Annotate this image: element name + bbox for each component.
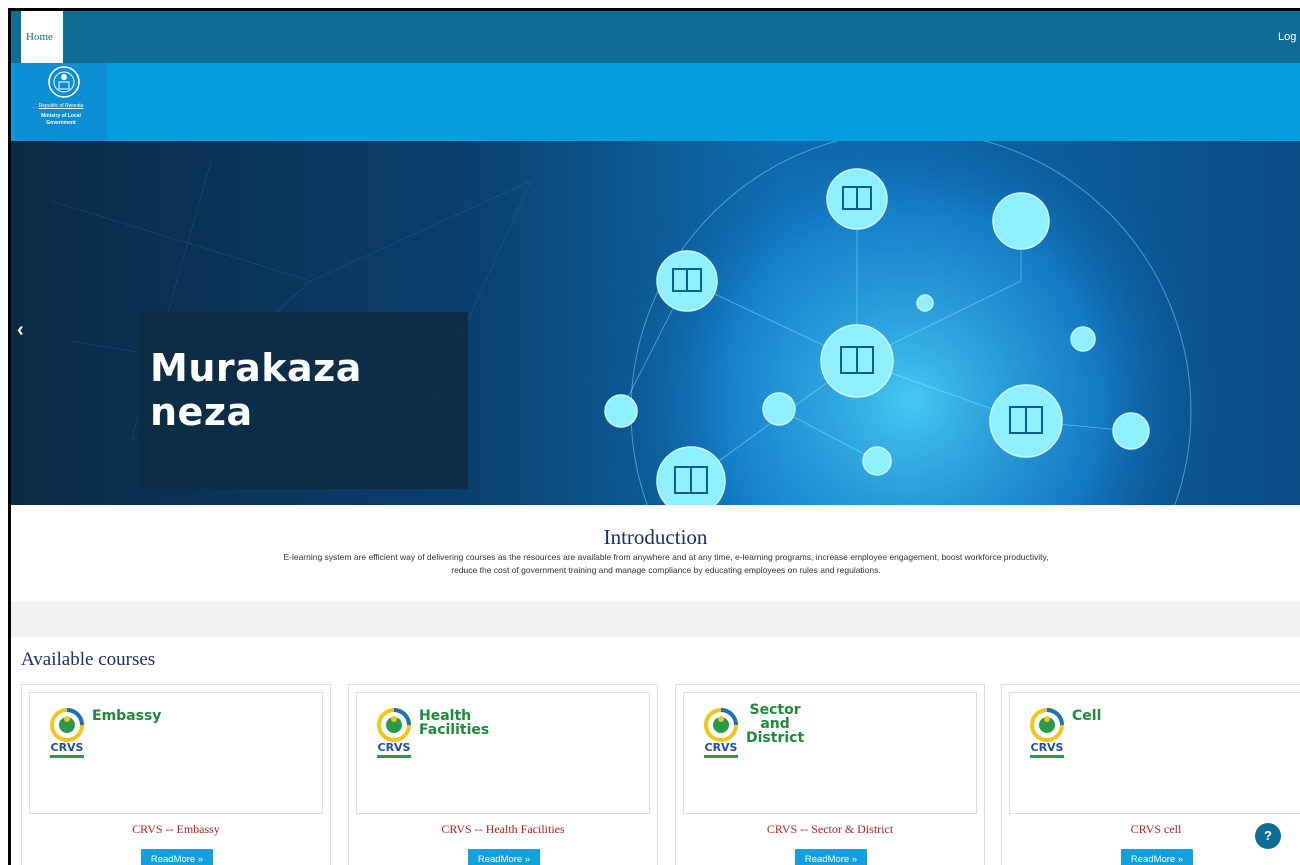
course-name[interactable]: CRVS -- Sector & District bbox=[676, 822, 984, 837]
course-image[interactable]: CRVS Health Facilities bbox=[356, 692, 650, 814]
course-name[interactable]: CRVS -- Embassy bbox=[22, 822, 330, 837]
crvs-logo-icon: CRVS bbox=[377, 708, 411, 758]
course-image[interactable]: CRVS Sector and District bbox=[683, 692, 977, 814]
help-button[interactable]: ? bbox=[1255, 823, 1281, 849]
page-frame: Home Log in Republic of Rwanda Ministry … bbox=[8, 8, 1300, 865]
section-divider bbox=[11, 601, 1300, 637]
course-card[interactable]: CRVS Embassy CRVS -- Embassy ReadMore » bbox=[21, 684, 331, 865]
rwanda-seal-icon bbox=[48, 66, 80, 98]
logo-text-republic: Republic of Rwanda bbox=[38, 103, 84, 109]
introduction-section: Introduction E-learning system are effic… bbox=[11, 505, 1300, 601]
readmore-button[interactable]: ReadMore » bbox=[1121, 849, 1193, 865]
course-image[interactable]: CRVS Cell bbox=[1009, 692, 1300, 814]
crvs-logo-icon: CRVS bbox=[704, 708, 738, 758]
carousel-prev-icon[interactable]: ‹ bbox=[17, 319, 24, 342]
logo-text-ministry: Ministry of Local bbox=[41, 113, 81, 119]
course-image-title: Health Facilities bbox=[419, 708, 490, 738]
readmore-button[interactable]: ReadMore » bbox=[141, 849, 213, 865]
course-card[interactable]: CRVS Health Facilities CRVS -- Health Fa… bbox=[348, 684, 658, 865]
svg-text:CRVS: CRVS bbox=[378, 741, 411, 754]
readmore-button[interactable]: ReadMore » bbox=[468, 849, 540, 865]
course-image-title: Sector and District bbox=[746, 702, 805, 746]
home-tab[interactable]: Home bbox=[21, 11, 63, 63]
hero-caption: Murakaza neza bbox=[150, 346, 362, 434]
logo-text-government: Government bbox=[46, 120, 76, 126]
course-image[interactable]: CRVS Embassy bbox=[29, 692, 323, 814]
course-image-title: Embassy bbox=[92, 708, 162, 724]
login-link[interactable]: Log in bbox=[1278, 31, 1300, 43]
intro-title: Introduction bbox=[603, 525, 708, 549]
course-card[interactable]: CRVS Sector and District CRVS -- Sector … bbox=[675, 684, 985, 865]
crvs-logo-icon: CRVS bbox=[50, 708, 84, 758]
svg-text:CRVS: CRVS bbox=[51, 741, 84, 754]
logo-bar: Republic of Rwanda Ministry of Local Gov… bbox=[11, 63, 1300, 141]
crvs-logo-icon: CRVS bbox=[1030, 708, 1064, 758]
hero-carousel: ‹ Murakaza neza bbox=[11, 141, 1300, 505]
svg-text:CRVS: CRVS bbox=[1031, 741, 1064, 754]
course-name[interactable]: CRVS -- Health Facilities bbox=[349, 822, 657, 837]
intro-text: E-learning system are efficient way of d… bbox=[283, 552, 1049, 575]
hero-caption-box: Murakaza neza bbox=[138, 312, 468, 489]
ministry-logo[interactable]: Republic of Rwanda Ministry of Local Gov… bbox=[15, 63, 107, 141]
available-courses-title: Available courses bbox=[21, 649, 156, 670]
top-navbar: Home Log in bbox=[11, 11, 1300, 63]
readmore-button[interactable]: ReadMore » bbox=[795, 849, 867, 865]
course-image-title: Cell bbox=[1072, 708, 1102, 724]
svg-text:CRVS: CRVS bbox=[705, 741, 738, 754]
